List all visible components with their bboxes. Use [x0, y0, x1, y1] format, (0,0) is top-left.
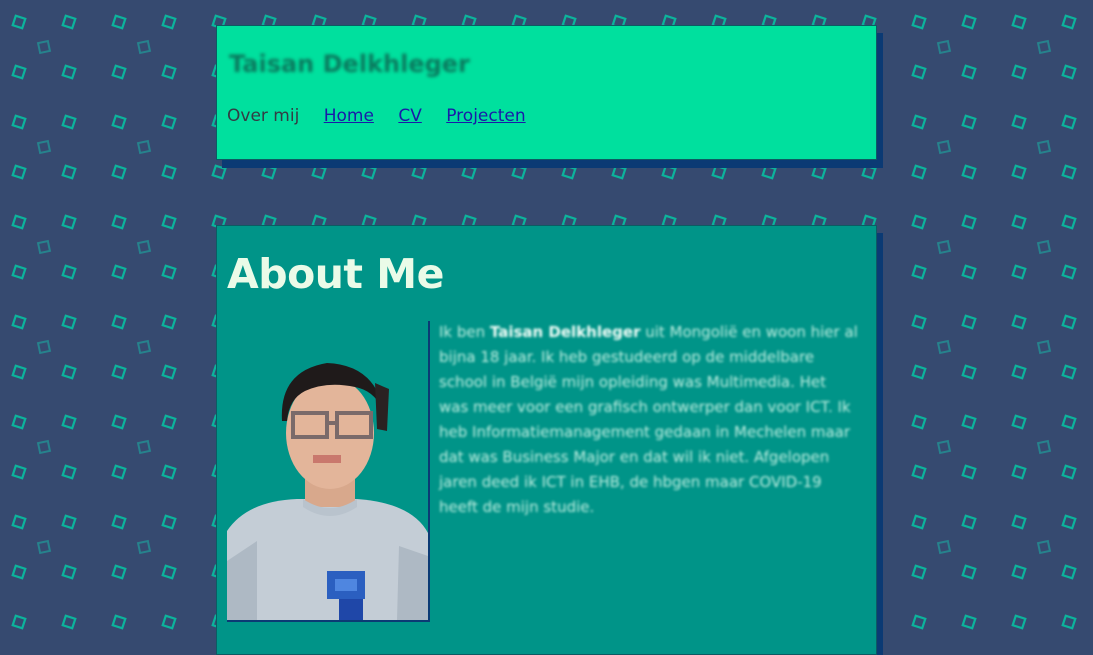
about-title: About Me	[227, 250, 444, 298]
nav-link-cv[interactable]: CV	[398, 106, 422, 126]
nav-link-home[interactable]: Home	[324, 106, 374, 126]
nav-item-over-mij: Over mij	[227, 106, 300, 126]
nav-link-projecten[interactable]: Projecten	[446, 106, 525, 126]
bio-name: Taisan Delkhleger	[489, 323, 641, 341]
header-card: Taisan Delkhleger Over mij Home CV Proje…	[216, 25, 877, 160]
main-nav: Over mij Home CV Projecten	[227, 106, 545, 126]
profile-photo	[227, 321, 430, 622]
profile-photo-image	[227, 363, 428, 620]
site-title: Taisan Delkhleger	[229, 50, 470, 78]
bio-body: uit Mongolië en woon hier al bijna 18 ja…	[439, 323, 858, 516]
bio-intro: Ik ben	[439, 323, 490, 341]
about-card: About Me Ik ben Taisan Delkhleger uit Mo…	[216, 225, 877, 655]
bio-text: Ik ben Taisan Delkhleger uit Mongolië en…	[439, 320, 859, 520]
